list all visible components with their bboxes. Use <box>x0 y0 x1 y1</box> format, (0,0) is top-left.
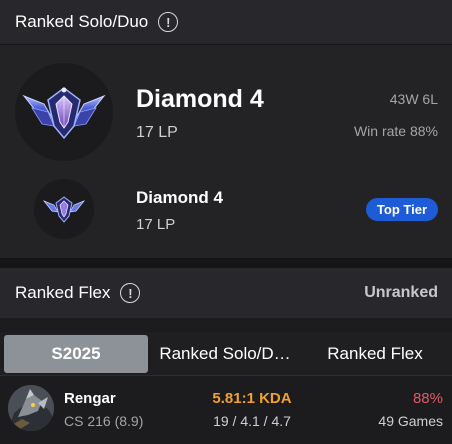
ranked-flex-title: Ranked Flex <box>15 283 111 302</box>
solo-duo-header: Ranked Solo/Duo ! <box>0 0 452 45</box>
flex-status: Unranked <box>364 284 438 301</box>
peak-tier: Diamond 4 <box>136 188 223 207</box>
solo-duo-card: Diamond 4 17 LP 43W 6L Win rate 88% Diam… <box>0 45 452 258</box>
solo-duo-title: Ranked Solo/Duo <box>15 12 149 31</box>
champion-kda-detail: 19 / 4.1 / 4.7 <box>213 413 291 429</box>
season-queue-tabs: S2025 Ranked Solo/D… Ranked Flex <box>0 332 452 376</box>
champion-name: Rengar <box>64 390 116 407</box>
tab-season[interactable]: S2025 <box>4 334 148 373</box>
current-tier: Diamond 4 <box>136 85 264 113</box>
win-loss-record: 43W 6L <box>389 91 438 107</box>
section-divider <box>0 258 452 268</box>
champion-portrait <box>8 385 54 431</box>
champion-win-rate: 88% <box>412 390 443 407</box>
champion-games: 49 Games <box>378 413 443 429</box>
win-rate: Win rate 88% <box>353 123 438 139</box>
peak-lp: 17 LP <box>136 216 176 233</box>
tab-ranked-solo-duo[interactable]: Ranked Solo/D… <box>150 335 300 373</box>
top-tier-badge: Top Tier <box>365 198 438 221</box>
champion-row[interactable]: Rengar CS 216 (8.9) 5.81:1 KDA 19 / 4.1 … <box>0 377 452 444</box>
peak-diamond-emblem-icon <box>34 179 94 239</box>
ranked-panel: Ranked Solo/Duo ! Diamond 4 17 LP 43W 6L… <box>0 0 452 444</box>
champion-cs: CS 216 (8.9) <box>64 413 144 429</box>
diamond-emblem-icon <box>15 63 113 161</box>
champion-kda: 5.81:1 KDA <box>212 390 292 407</box>
tab-ranked-flex[interactable]: Ranked Flex <box>300 335 450 373</box>
info-icon[interactable]: ! <box>158 12 179 32</box>
section-spacer <box>0 318 452 332</box>
current-lp: 17 LP <box>136 124 178 141</box>
info-icon[interactable]: ! <box>120 283 141 303</box>
ranked-flex-row: Ranked Flex ! Unranked <box>0 268 452 318</box>
